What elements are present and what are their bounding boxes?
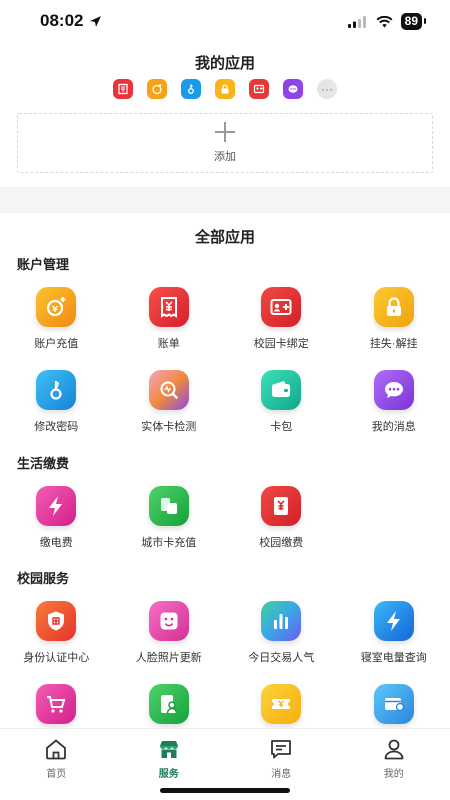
signal-icon: [347, 15, 366, 28]
status-time: 08:02: [40, 11, 102, 31]
app-card-check[interactable]: 实体卡检测: [113, 370, 226, 434]
app-electric-fee[interactable]: 缴电费: [0, 486, 113, 550]
app-trade-popularity[interactable]: 今日交易人气: [225, 601, 338, 665]
app-label: 今日交易人气: [248, 652, 315, 664]
app-identity-center[interactable]: 身份认证中心: [0, 601, 113, 665]
app-card-wallet[interactable]: 卡包: [225, 370, 338, 434]
app-change-password[interactable]: 修改密码: [0, 370, 113, 434]
ticket-icon: [261, 684, 302, 724]
section-title-life: 生活缴费: [17, 456, 70, 471]
user-icon: [384, 739, 404, 760]
app-label: 我的消息: [371, 421, 416, 433]
life-row-1: 缴电费 城市卡充值 校园缴费: [0, 486, 450, 550]
add-app-button[interactable]: 添加: [17, 113, 433, 173]
wifi-icon: [376, 15, 393, 27]
section-divider: [0, 187, 450, 213]
lightning-icon: [36, 486, 77, 526]
campus-pay-icon: [261, 486, 302, 526]
topup-icon[interactable]: [147, 79, 167, 99]
shield-icon: [36, 601, 77, 641]
app-partial-2[interactable]: [113, 684, 226, 724]
app-account-topup[interactable]: 账户充值: [0, 287, 113, 351]
app-my-messages[interactable]: 我的消息: [338, 370, 450, 434]
store-icon: [159, 741, 178, 758]
section-title-campus: 校园服务: [17, 571, 70, 586]
location-arrow-icon: [90, 15, 102, 27]
face-icon: [148, 601, 189, 641]
account-row-2: 修改密码 实体卡检测 卡包 我的消息: [0, 370, 450, 434]
app-label: 校园缴费: [259, 537, 304, 549]
lock-icon: [373, 287, 414, 327]
my-apps-title: 我的应用: [194, 55, 255, 72]
chat-icon: [271, 740, 292, 759]
app-label: 账户充值: [34, 338, 79, 350]
home-indicator: [160, 788, 290, 793]
app-label: 人脸照片更新: [135, 652, 202, 664]
app-label: 卡包: [270, 421, 293, 433]
message-icon[interactable]: [283, 79, 303, 99]
home-icon: [46, 739, 67, 760]
bill-icon[interactable]: [113, 79, 133, 99]
tab-profile[interactable]: 我的: [338, 729, 450, 800]
campus-row-2: [0, 684, 450, 724]
app-face-photo-update[interactable]: 人脸照片更新: [113, 601, 226, 665]
card-bind-icon: [261, 287, 302, 327]
app-label: 缴电费: [39, 537, 73, 549]
app-label: 校园卡绑定: [253, 338, 309, 350]
contact-icon: [148, 684, 189, 724]
app-label: 实体卡检测: [141, 421, 197, 433]
app-campus-card-bind[interactable]: 校园卡绑定: [225, 287, 338, 351]
tab-label: 首页: [46, 769, 67, 780]
app-label: 挂失·解挂: [369, 338, 418, 350]
battery-indicator: 89: [400, 13, 427, 30]
time-text: 08:02: [40, 11, 84, 30]
tab-label: 消息: [271, 769, 292, 780]
more-icon[interactable]: ···: [317, 79, 337, 99]
app-dorm-electricity[interactable]: 寝室电量查询: [338, 601, 450, 665]
app-report-loss[interactable]: 挂失·解挂: [338, 287, 450, 351]
all-apps-title: 全部应用: [194, 229, 255, 246]
app-bill[interactable]: 账单: [113, 287, 226, 351]
my-apps-icon-row: ···: [0, 79, 450, 99]
bar-chart-icon: [261, 601, 302, 641]
cart-icon: [36, 684, 77, 724]
app-campus-payment[interactable]: 校园缴费: [225, 486, 338, 550]
app-label: 账单: [157, 338, 180, 350]
app-label: 修改密码: [34, 421, 79, 433]
app-partial-4[interactable]: [338, 684, 450, 724]
card-icon: [373, 684, 414, 724]
bill-icon: [148, 287, 189, 327]
wallet-icon: [261, 370, 302, 410]
section-title-account: 账户管理: [17, 257, 70, 272]
app-partial-1[interactable]: [0, 684, 113, 724]
account-row-1: 账户充值 账单 校园卡绑定 挂失·解挂: [0, 287, 450, 351]
campus-row-1: 身份认证中心 人脸照片更新 今日交易人气 寝室电量查询: [0, 601, 450, 665]
scan-icon: [148, 370, 189, 410]
app-city-card-topup[interactable]: 城市卡充值: [113, 486, 226, 550]
status-bar: 08:02 89: [0, 0, 450, 44]
tab-label: 服务: [158, 769, 179, 780]
message-icon: [373, 370, 414, 410]
tab-label: 我的: [383, 769, 404, 780]
lock-icon[interactable]: [215, 79, 235, 99]
lightning-icon: [373, 601, 414, 641]
plus-icon: [215, 122, 235, 142]
app-label: 身份认证中心: [23, 652, 90, 664]
app-label: 寝室电量查询: [360, 652, 427, 664]
tab-home[interactable]: 首页: [0, 729, 113, 800]
key-icon: [36, 370, 77, 410]
key-icon[interactable]: [181, 79, 201, 99]
app-partial-3[interactable]: [225, 684, 338, 724]
city-card-icon: [148, 486, 189, 526]
status-indicators: 89: [347, 13, 427, 30]
add-label: 添加: [214, 151, 236, 163]
app-label: 城市卡充值: [141, 537, 197, 549]
card-bind-icon[interactable]: [249, 79, 269, 99]
topup-icon: [36, 287, 77, 327]
